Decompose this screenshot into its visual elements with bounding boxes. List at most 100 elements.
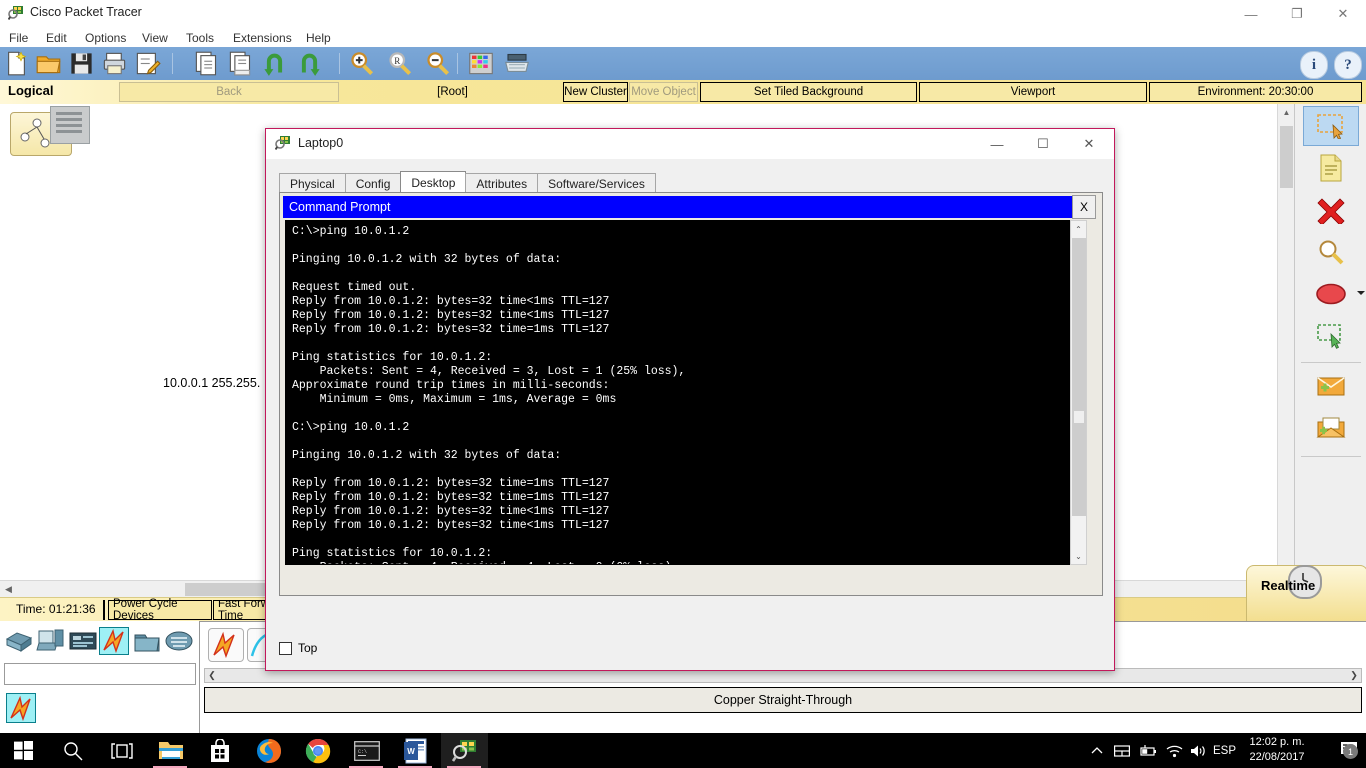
canvas-vertical-scrollbar[interactable]: ▲ ▼ xyxy=(1277,104,1295,580)
inspect-note-tool[interactable] xyxy=(1303,148,1359,188)
end-devices-icon[interactable] xyxy=(36,627,66,655)
new-file-icon[interactable] xyxy=(3,50,30,77)
back-button[interactable]: Back xyxy=(119,82,339,102)
zoom-in-icon[interactable] xyxy=(348,50,375,77)
close-button[interactable]: ✕ xyxy=(1320,0,1366,28)
start-button-icon xyxy=(14,741,33,760)
terminal-scroll-down-arrow[interactable]: ⌄ xyxy=(1071,548,1086,564)
activity-wizard-icon[interactable] xyxy=(134,50,161,77)
dialog-window-controls: — ☐ ✕ xyxy=(974,129,1112,159)
packet-tracer-taskbar-button[interactable] xyxy=(441,733,488,768)
taskbar-clock[interactable]: 12:02 p. m. 22/08/2017 xyxy=(1232,735,1322,765)
chrome-icon xyxy=(305,738,330,763)
tray-network-button[interactable] xyxy=(1114,733,1130,768)
taskbar-search-button[interactable] xyxy=(49,733,96,768)
redo-icon[interactable] xyxy=(296,50,323,77)
file-explorer-button[interactable] xyxy=(147,733,194,768)
tab-software-services[interactable]: Software/Services xyxy=(537,173,656,193)
undo-icon[interactable] xyxy=(261,50,288,77)
add-simple-pdu-tool[interactable] xyxy=(1303,366,1359,406)
components-icon[interactable] xyxy=(68,627,98,655)
tray-battery-button[interactable] xyxy=(1139,733,1157,768)
tray-wifi-button[interactable] xyxy=(1166,733,1183,768)
start-button[interactable] xyxy=(0,733,47,768)
menu-item-extensions[interactable]: Extensions xyxy=(228,30,297,46)
word-icon: W xyxy=(403,738,426,763)
multiuser-connection-icon[interactable] xyxy=(164,627,194,655)
microsoft-store-button[interactable] xyxy=(196,733,243,768)
menu-item-view[interactable]: View xyxy=(137,30,173,46)
canvas-scroll-left-arrow[interactable]: ◀ xyxy=(0,581,17,598)
minimize-button[interactable]: — xyxy=(1228,0,1274,28)
menu-item-tools[interactable]: Tools xyxy=(181,30,219,46)
draw-shape-tool[interactable] xyxy=(1303,274,1359,314)
canvas-scroll-up-arrow[interactable]: ▲ xyxy=(1278,104,1295,121)
word-button[interactable]: W xyxy=(392,733,439,768)
tab-physical[interactable]: Physical xyxy=(279,173,346,193)
miscellaneous-icon[interactable] xyxy=(132,627,162,655)
save-icon[interactable] xyxy=(68,50,95,77)
logical-navbar: Logical Back [Root] New Cluster Move Obj… xyxy=(0,80,1366,104)
dialog-minimize-button[interactable]: — xyxy=(974,129,1020,159)
help-icon[interactable]: ? xyxy=(1334,51,1362,79)
paste-icon[interactable] xyxy=(227,50,254,77)
terminal-vertical-scrollbar[interactable]: ⌃ ⌄ xyxy=(1070,220,1087,565)
terminal-output[interactable]: C:\>ping 10.0.1.2 Pinging 10.0.1.2 with … xyxy=(285,220,1070,565)
environment-button[interactable]: Environment: 20:30:00 xyxy=(1149,82,1362,102)
top-checkbox[interactable]: Top xyxy=(279,641,317,655)
dialog-close-button[interactable]: ✕ xyxy=(1066,129,1112,159)
tray-volume-button[interactable] xyxy=(1189,733,1207,768)
copy-icon[interactable] xyxy=(193,50,220,77)
conn-scroll-left-arrow[interactable]: ❮ xyxy=(205,669,219,682)
zoom-reset-icon[interactable]: R xyxy=(386,50,413,77)
menu-item-options[interactable]: Options xyxy=(80,30,131,46)
delete-tool[interactable] xyxy=(1303,190,1359,230)
restore-button[interactable]: ❐ xyxy=(1274,0,1320,28)
palette-icon[interactable] xyxy=(467,50,495,77)
new-cluster-button[interactable]: New Cluster xyxy=(563,82,628,102)
tab-attributes[interactable]: Attributes xyxy=(465,173,539,193)
tab-config[interactable]: Config xyxy=(344,173,402,193)
connections-subicon[interactable] xyxy=(6,693,36,723)
info-icon[interactable]: i xyxy=(1300,51,1328,79)
terminal-vscroll-thumb[interactable] xyxy=(1072,238,1086,516)
move-object-button[interactable]: Move Object xyxy=(629,82,698,102)
open-folder-icon[interactable] xyxy=(35,50,62,77)
command-prompt-button[interactable]: C:\ xyxy=(343,733,390,768)
conn-scroll-right-arrow[interactable]: ❯ xyxy=(1347,669,1361,682)
network-devices-icon[interactable] xyxy=(4,627,34,655)
canvas-vscroll-thumb[interactable] xyxy=(1280,126,1293,188)
chevron-down-icon[interactable] xyxy=(1357,289,1365,297)
main-titlebar: Cisco Packet Tracer — ❐ ✕ xyxy=(0,0,1366,29)
tray-show-hidden-button[interactable] xyxy=(1090,733,1104,768)
dialog-maximize-button[interactable]: ☐ xyxy=(1020,129,1066,159)
set-tiled-background-button[interactable]: Set Tiled Background xyxy=(700,82,917,102)
add-complex-pdu-tool[interactable] xyxy=(1303,408,1359,448)
power-cycle-devices-button[interactable]: Power Cycle Devices xyxy=(108,598,212,622)
device-rack-icon[interactable] xyxy=(50,106,90,144)
custom-devices-icon[interactable] xyxy=(503,50,531,77)
top-checkbox-box[interactable] xyxy=(279,641,292,655)
terminal-scroll-up-arrow[interactable]: ⌃ xyxy=(1071,221,1086,237)
menu-item-help[interactable]: Help xyxy=(301,30,336,46)
command-prompt-close-button[interactable]: X xyxy=(1072,195,1096,219)
print-icon[interactable] xyxy=(101,50,128,77)
automatic-connection-icon[interactable] xyxy=(208,628,244,662)
connections-icon[interactable] xyxy=(99,627,129,655)
tab-desktop[interactable]: Desktop xyxy=(400,171,467,193)
zoom-out-icon[interactable] xyxy=(424,50,451,77)
resize-shape-tool[interactable] xyxy=(1303,316,1359,356)
inspect-tool[interactable] xyxy=(1303,232,1359,272)
toolbar-separator-1 xyxy=(172,53,173,74)
chrome-button[interactable] xyxy=(294,733,341,768)
menu-item-file[interactable]: File xyxy=(4,30,33,46)
terminal-vscroll-knob[interactable] xyxy=(1074,411,1084,423)
notification-center-button[interactable]: 1 xyxy=(1340,741,1360,761)
viewport-button[interactable]: Viewport xyxy=(919,82,1147,102)
select-tool[interactable] xyxy=(1303,106,1359,146)
notification-badge: 1 xyxy=(1343,744,1358,759)
menu-item-edit[interactable]: Edit xyxy=(41,30,72,46)
task-view-button[interactable] xyxy=(98,733,145,768)
firefox-button[interactable] xyxy=(245,733,292,768)
device-search-input[interactable] xyxy=(4,663,196,685)
